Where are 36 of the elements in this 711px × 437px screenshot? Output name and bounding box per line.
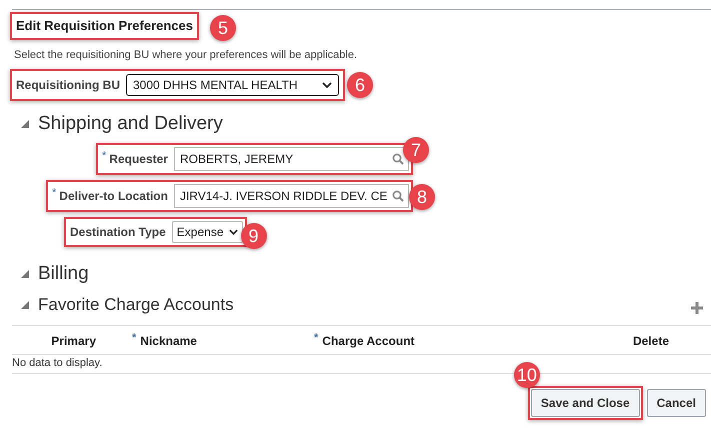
search-field[interactable]: ROBERTS, JEREMY <box>174 147 409 171</box>
instruction-text: Select the requisitioning BU where your preferences will be applicable. <box>14 49 358 61</box>
page-title: Edit Requisition Preferences <box>16 18 193 33</box>
section-heading: Favorite Charge Accounts <box>38 295 234 315</box>
action-button[interactable]: Save and Close <box>530 389 640 417</box>
bu-dropdown[interactable]: 3000 DHHS MENTAL HEALTH <box>126 74 339 96</box>
collapse-triangle-icon[interactable] <box>20 300 30 310</box>
section-heading: Shipping and Delivery <box>38 113 223 135</box>
field-label: Requester <box>109 152 168 166</box>
step-badge: 8 <box>409 184 435 210</box>
column-header: Delete <box>632 334 669 348</box>
collapse-triangle-icon[interactable] <box>20 119 30 129</box>
required-asterisk: * <box>132 332 136 344</box>
search-field[interactable]: JIRV14-J. IVERSON RIDDLE DEV. CE <box>174 184 409 208</box>
required-asterisk: * <box>102 150 106 162</box>
field-label: Requisitioning BU <box>16 78 120 92</box>
search-icon[interactable] <box>392 153 404 165</box>
step-badge: 5 <box>210 15 236 41</box>
column-header: Charge Account <box>322 334 415 348</box>
chevron-down-icon <box>228 229 238 235</box>
chevron-down-icon <box>322 82 332 88</box>
column-header: Primary <box>51 334 96 348</box>
step-badge: 7 <box>403 137 429 163</box>
step-badge: 6 <box>347 72 373 98</box>
required-asterisk: * <box>52 187 56 199</box>
collapse-triangle-icon[interactable] <box>20 269 30 279</box>
required-asterisk: * <box>314 332 318 344</box>
add-icon[interactable] <box>691 302 703 314</box>
action-button[interactable]: Cancel <box>646 389 706 417</box>
step-badge: 9 <box>240 223 266 249</box>
field-label: Deliver-to Location <box>59 189 168 203</box>
destination-dropdown[interactable]: Expense <box>172 221 242 243</box>
column-header: Nickname <box>140 334 197 348</box>
field-label: Destination Type <box>70 225 166 239</box>
section-heading: Billing <box>38 263 89 285</box>
search-icon[interactable] <box>392 190 404 202</box>
